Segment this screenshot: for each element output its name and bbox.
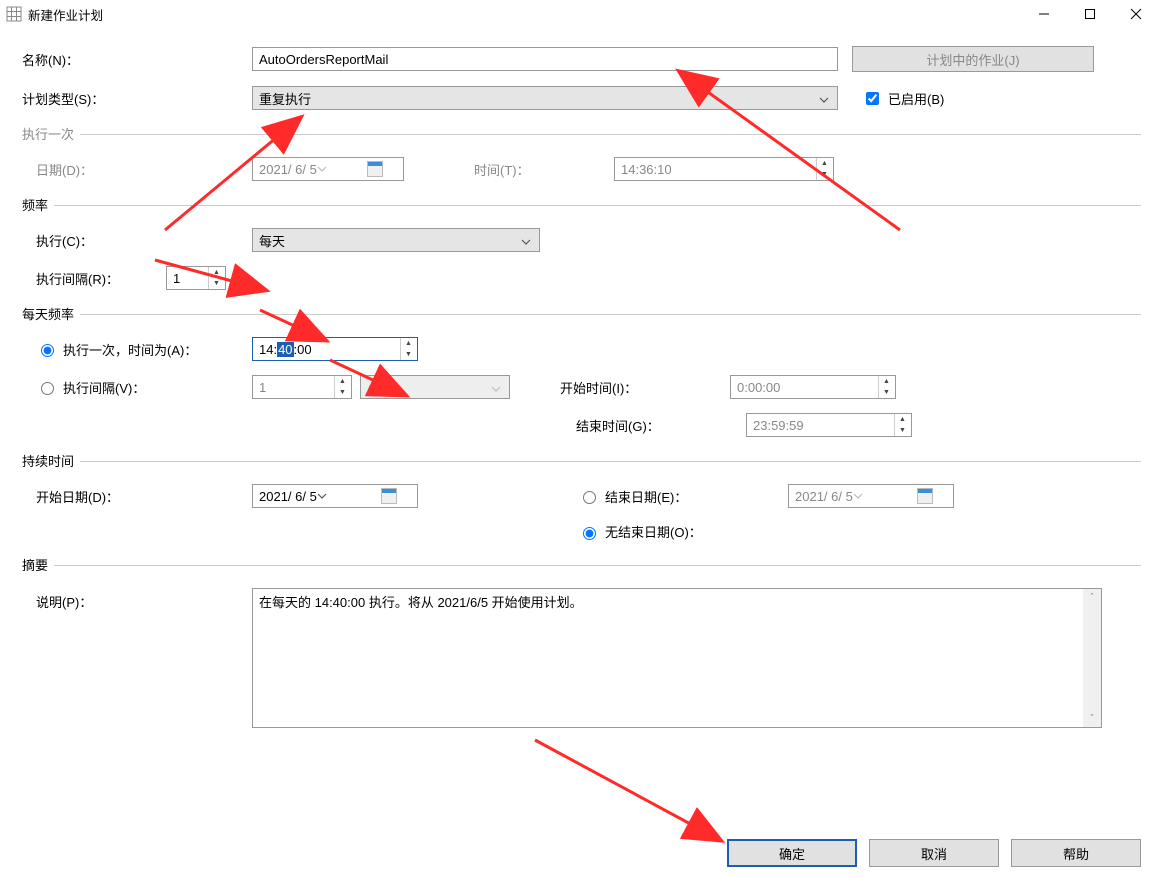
- chevron-down-icon: [819, 93, 829, 108]
- daily-end-picker: 23:59:59 ▲▼: [746, 413, 912, 437]
- duration-end-date-radio[interactable]: 结束日期(E)：: [578, 487, 788, 506]
- calendar-icon: [381, 488, 397, 504]
- once-time-value: 14:36:10: [621, 162, 672, 177]
- spinner-icon[interactable]: ▲▼: [208, 267, 224, 289]
- once-date-value: 2021/ 6/ 5: [259, 162, 317, 177]
- spinner-icon: ▲▼: [816, 158, 832, 180]
- once-legend: 执行一次: [22, 124, 74, 143]
- name-label: 名称(N)：: [22, 50, 252, 69]
- enabled-check-input[interactable]: [866, 92, 879, 105]
- duration-start-picker[interactable]: 2021/ 6/ 5: [252, 484, 418, 508]
- freq-legend: 频率: [22, 195, 48, 214]
- daily-end-value: 23:59:59: [753, 418, 804, 433]
- scheduled-jobs-button: 计划中的作业(J): [852, 46, 1094, 72]
- once-time-label: 时间(T)：: [474, 160, 614, 179]
- help-button[interactable]: 帮助: [1011, 839, 1141, 867]
- daily-start-value: 0:00:00: [737, 380, 780, 395]
- plan-type-value: 重复执行: [259, 89, 311, 108]
- duration-no-end-radio-input[interactable]: [583, 527, 596, 540]
- daily-interval-radio[interactable]: 执行间隔(V)：: [36, 378, 252, 397]
- enabled-label: 已启用(B): [888, 89, 944, 108]
- daily-once-time-picker[interactable]: 14:40:00 ▲▼: [252, 337, 418, 361]
- summary-desc-value: 在每天的 14:40:00 执行。将从 2021/6/5 开始使用计划。: [259, 595, 583, 610]
- enabled-checkbox[interactable]: 已启用(B): [862, 89, 944, 108]
- daily-legend: 每天频率: [22, 304, 74, 323]
- duration-no-end-radio-label: 无结束日期(O)：: [605, 522, 702, 541]
- duration-start-label: 开始日期(D)：: [36, 487, 252, 506]
- daily-interval-unit: 小时: [367, 378, 393, 397]
- duration-start-value: 2021/ 6/ 5: [259, 489, 317, 504]
- daily-end-label: 结束时间(G)：: [576, 416, 746, 435]
- chevron-down-icon: [853, 489, 863, 504]
- freq-interval-value: 1: [173, 271, 180, 286]
- calendar-icon: [917, 488, 933, 504]
- daily-interval-unit-dropdown: 小时: [360, 375, 510, 399]
- duration-end-date-radio-label: 结束日期(E)：: [605, 487, 687, 506]
- plan-type-dropdown[interactable]: 重复执行: [252, 86, 838, 110]
- window-title: 新建作业计划: [28, 5, 1021, 24]
- chevron-down-icon: [317, 162, 327, 177]
- window-icon: [6, 6, 22, 22]
- spinner-icon[interactable]: ▲▼: [400, 338, 416, 360]
- once-date-label: 日期(D)：: [36, 160, 252, 179]
- duration-no-end-radio[interactable]: 无结束日期(O)：: [578, 522, 702, 541]
- spinner-icon: ▲▼: [334, 376, 350, 398]
- summary-desc-label: 说明(P)：: [36, 588, 252, 611]
- freq-exec-value: 每天: [259, 231, 285, 250]
- scrollbar[interactable]: ˆˇ: [1083, 589, 1101, 727]
- close-button[interactable]: [1113, 0, 1159, 28]
- freq-interval-stepper[interactable]: 1 ▲▼: [166, 266, 226, 290]
- minimize-button[interactable]: [1021, 0, 1067, 28]
- freq-exec-label: 执行(C)：: [36, 231, 252, 250]
- maximize-button[interactable]: [1067, 0, 1113, 28]
- ok-button[interactable]: 确定: [727, 839, 857, 867]
- spinner-icon: ▲▼: [878, 376, 894, 398]
- chevron-down-icon: [521, 235, 531, 250]
- once-time-picker: 14:36:10 ▲▼: [614, 157, 834, 181]
- summary-desc-textarea[interactable]: 在每天的 14:40:00 执行。将从 2021/6/5 开始使用计划。 ˆˇ: [252, 588, 1102, 728]
- chevron-down-icon: [317, 489, 327, 504]
- freq-interval-unit: 天: [234, 269, 247, 288]
- daily-interval-radio-label: 执行间隔(V)：: [63, 378, 145, 397]
- daily-start-label: 开始时间(I)：: [560, 378, 730, 397]
- daily-interval-stepper: 1 ▲▼: [252, 375, 352, 399]
- chevron-down-icon: [491, 382, 501, 397]
- daily-start-picker: 0:00:00 ▲▼: [730, 375, 896, 399]
- duration-end-picker: 2021/ 6/ 5: [788, 484, 954, 508]
- daily-once-radio-input[interactable]: [41, 344, 54, 357]
- spinner-icon: ▲▼: [894, 414, 910, 436]
- duration-end-value: 2021/ 6/ 5: [795, 489, 853, 504]
- duration-end-date-radio-input[interactable]: [583, 491, 596, 504]
- daily-interval-value: 1: [259, 380, 266, 395]
- summary-legend: 摘要: [22, 555, 48, 574]
- daily-once-radio-label: 执行一次，时间为(A)：: [63, 340, 197, 359]
- daily-once-radio[interactable]: 执行一次，时间为(A)：: [36, 340, 252, 359]
- daily-interval-radio-input[interactable]: [41, 382, 54, 395]
- calendar-icon: [367, 161, 383, 177]
- duration-legend: 持续时间: [22, 451, 74, 470]
- plan-type-label: 计划类型(S)：: [22, 89, 252, 108]
- freq-interval-label: 执行间隔(R)：: [36, 269, 166, 288]
- freq-exec-dropdown[interactable]: 每天: [252, 228, 540, 252]
- name-input[interactable]: [252, 47, 838, 71]
- title-bar: 新建作业计划: [0, 0, 1163, 28]
- cancel-button[interactable]: 取消: [869, 839, 999, 867]
- once-date-picker: 2021/ 6/ 5: [252, 157, 404, 181]
